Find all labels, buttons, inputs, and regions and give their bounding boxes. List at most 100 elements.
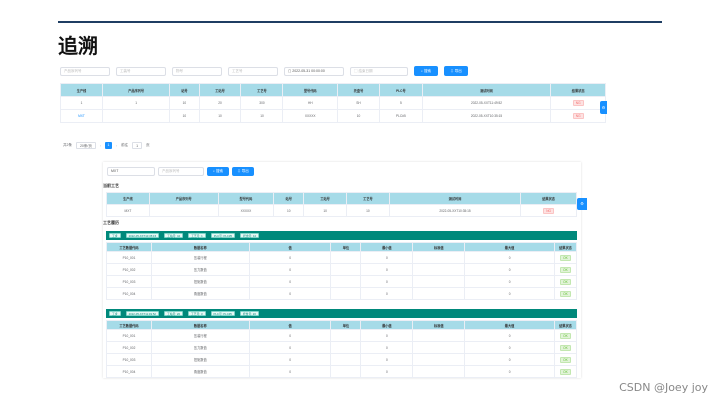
cell: 0 — [464, 275, 555, 288]
detail-settings-button[interactable]: ⚙ — [577, 198, 587, 210]
process-data-table: 工艺数据代码 数据名称 值 单位 最小值 标准值 最大值 结果状态 P10_00… — [106, 320, 578, 378]
cell: 角度数值 — [150, 365, 250, 378]
cell: P10_001 — [106, 251, 152, 264]
page-size-select[interactable]: 20条/页 — [75, 142, 96, 149]
cell: PLC#5 — [379, 109, 423, 123]
end-date-input[interactable]: ▢ 结束日期 — [350, 66, 408, 76]
cell: 0 — [464, 329, 555, 342]
process-step-bar[interactable]: 工步 2022-05-XXT10:35:15 工站号: 10 工艺号: 1 PL… — [106, 231, 577, 240]
status-badge: OK — [560, 290, 571, 297]
pagination: 共2条 20条/页 ‹ 1 › 前往 1 页 — [63, 142, 150, 149]
table-row[interactable]: P10_001 压装行程 0 0 0 OK — [106, 251, 578, 264]
table-row[interactable]: P10_002 压力数值 0 0 0 OK — [106, 263, 578, 276]
col-max: 最大值 — [464, 320, 555, 330]
cell — [101, 109, 171, 123]
cell — [330, 275, 362, 288]
cell: 10 — [169, 96, 200, 110]
detail-search-input[interactable]: MXT — [107, 167, 155, 176]
serial-input[interactable]: 产品序列号 — [60, 66, 110, 76]
line-link[interactable]: MXT — [60, 109, 103, 123]
col-std: 标准值 — [412, 320, 466, 330]
cell: 扭矩数值 — [150, 275, 250, 288]
status-badge: NG — [543, 207, 554, 214]
title-rule — [58, 21, 662, 23]
cell: SH — [337, 96, 380, 110]
cell: P10_004 — [106, 287, 152, 300]
detail-search-button[interactable]: ⌕ 搜索 — [207, 167, 229, 176]
cell: 300 — [240, 96, 284, 110]
col-serial: 产品序列号 — [101, 83, 171, 97]
cell: 2022-05-XXT10:35:15 — [388, 204, 522, 217]
settings-side-button[interactable]: ⚙ — [600, 101, 607, 114]
detail-serial-input[interactable]: 产品序列号 — [158, 167, 204, 176]
col-status: 结果状态 — [553, 320, 578, 330]
search-button[interactable]: ⌕ 搜索 — [414, 66, 438, 76]
col-model: 型号代码 — [217, 192, 275, 205]
col-time: 测试时间 — [421, 83, 552, 97]
process-input[interactable]: 工艺号 — [228, 66, 278, 76]
cell: 1 — [101, 96, 171, 110]
table-row[interactable]: P10_003 扭矩数值 0 0 0 OK — [106, 275, 578, 288]
cell: 0 — [464, 365, 555, 378]
col-pallet: 托盘号 — [337, 83, 380, 97]
status-badge: OK — [560, 344, 571, 351]
status-badge: NG — [572, 100, 584, 106]
table-row[interactable]: P10_003 扭矩数值 0 0 0 OK — [106, 353, 578, 366]
goto-input[interactable]: 1 — [132, 142, 143, 149]
gear-icon: ⚙ — [601, 105, 606, 110]
table-row[interactable]: P10_004 角度数值 0 0 0 OK — [106, 365, 578, 378]
end-date-placeholder: 结束日期 — [358, 68, 373, 73]
start-date-input[interactable]: ▢ 2022-05-31 00:00:00 — [284, 66, 344, 76]
col-status: 结果状态 — [520, 192, 577, 205]
search-label: 搜索 — [423, 69, 431, 73]
status-cell: OK — [553, 353, 578, 366]
table-row[interactable]: MXT 10 10 10 XXXXX 10 PLC#5 2022-05-XXT1… — [60, 109, 606, 123]
col-code: 工艺数据代码 — [106, 320, 152, 330]
export-button[interactable]: ⇩ 导出 — [444, 66, 468, 76]
table-row[interactable]: MXT XXXXX 10 10 10 2022-05-XXT10:35:15 N… — [106, 204, 577, 217]
workstation-tag: 工站号: 20 — [163, 311, 183, 316]
process-step-bar[interactable]: 工步 2022-05-XXT11:49:52 工站号: 20 工艺号: 3 PL… — [106, 309, 577, 318]
prev-page-icon[interactable]: ‹ — [100, 144, 101, 148]
process-data-table: 工艺数据代码 数据名称 值 单位 最小值 标准值 最大值 结果状态 P10_00… — [106, 242, 578, 300]
cell: XXXXX — [217, 204, 275, 217]
fixture-input[interactable]: 工装号 — [116, 66, 166, 76]
current-process-title: 当前工艺 — [103, 183, 119, 188]
status-badge: OK — [560, 266, 571, 273]
cell — [412, 263, 466, 276]
cell: 0 — [248, 365, 332, 378]
col-model: 型号代码 — [282, 83, 339, 97]
status-cell: OK — [553, 329, 578, 342]
status-badge: OK — [560, 278, 571, 285]
cell — [412, 251, 466, 264]
cell: 角度数值 — [150, 287, 250, 300]
page-number[interactable]: 1 — [105, 142, 112, 149]
pallet-tag: 托盘号: 20 — [239, 311, 259, 316]
detail-export-button[interactable]: ⇩ 导出 — [232, 167, 254, 176]
export-label: 导出 — [241, 169, 249, 173]
table-row[interactable]: P10_001 压装行程 0 0 0 OK — [106, 329, 578, 342]
cell: 0 — [248, 353, 332, 366]
cell: 0 — [360, 329, 414, 342]
step-tag: 工步 — [109, 311, 121, 316]
pallet-tag: 托盘号: 10 — [240, 233, 260, 238]
status-badge: OK — [560, 332, 571, 339]
cell: P10_001 — [106, 329, 152, 342]
col-line: 生产线 — [106, 192, 150, 205]
cell — [412, 365, 466, 378]
table-header-row: 生产线 产品序列号 站号 工站号 工艺号 型号代码 托盘号 PLC号 测试时间 … — [60, 83, 606, 97]
current-process-table: 生产线 产品序列号 型号代码 站号 工站号 工艺号 测试时间 结果状态 MXT … — [106, 192, 577, 217]
cell: P10_002 — [106, 263, 152, 276]
cell: P10_003 — [106, 353, 152, 366]
trace-table: 生产线 产品序列号 站号 工站号 工艺号 型号代码 托盘号 PLC号 测试时间 … — [60, 83, 606, 123]
table-row[interactable]: P10_002 压力数值 0 0 0 OK — [106, 341, 578, 354]
history-title: 工艺履历 — [103, 220, 119, 225]
cell: 0 — [464, 263, 555, 276]
table-row[interactable]: P10_004 角度数值 0 0 0 OK — [106, 287, 578, 300]
table-row[interactable]: 1 1 10 20 300 HH SH 5 2022-05-XXT11:49:5… — [60, 96, 606, 110]
cell: P10_004 — [106, 365, 152, 378]
col-status: 结果状态 — [550, 83, 606, 97]
part-input[interactable]: 物号 — [172, 66, 222, 76]
next-page-icon[interactable]: › — [116, 144, 117, 148]
cell — [330, 287, 362, 300]
